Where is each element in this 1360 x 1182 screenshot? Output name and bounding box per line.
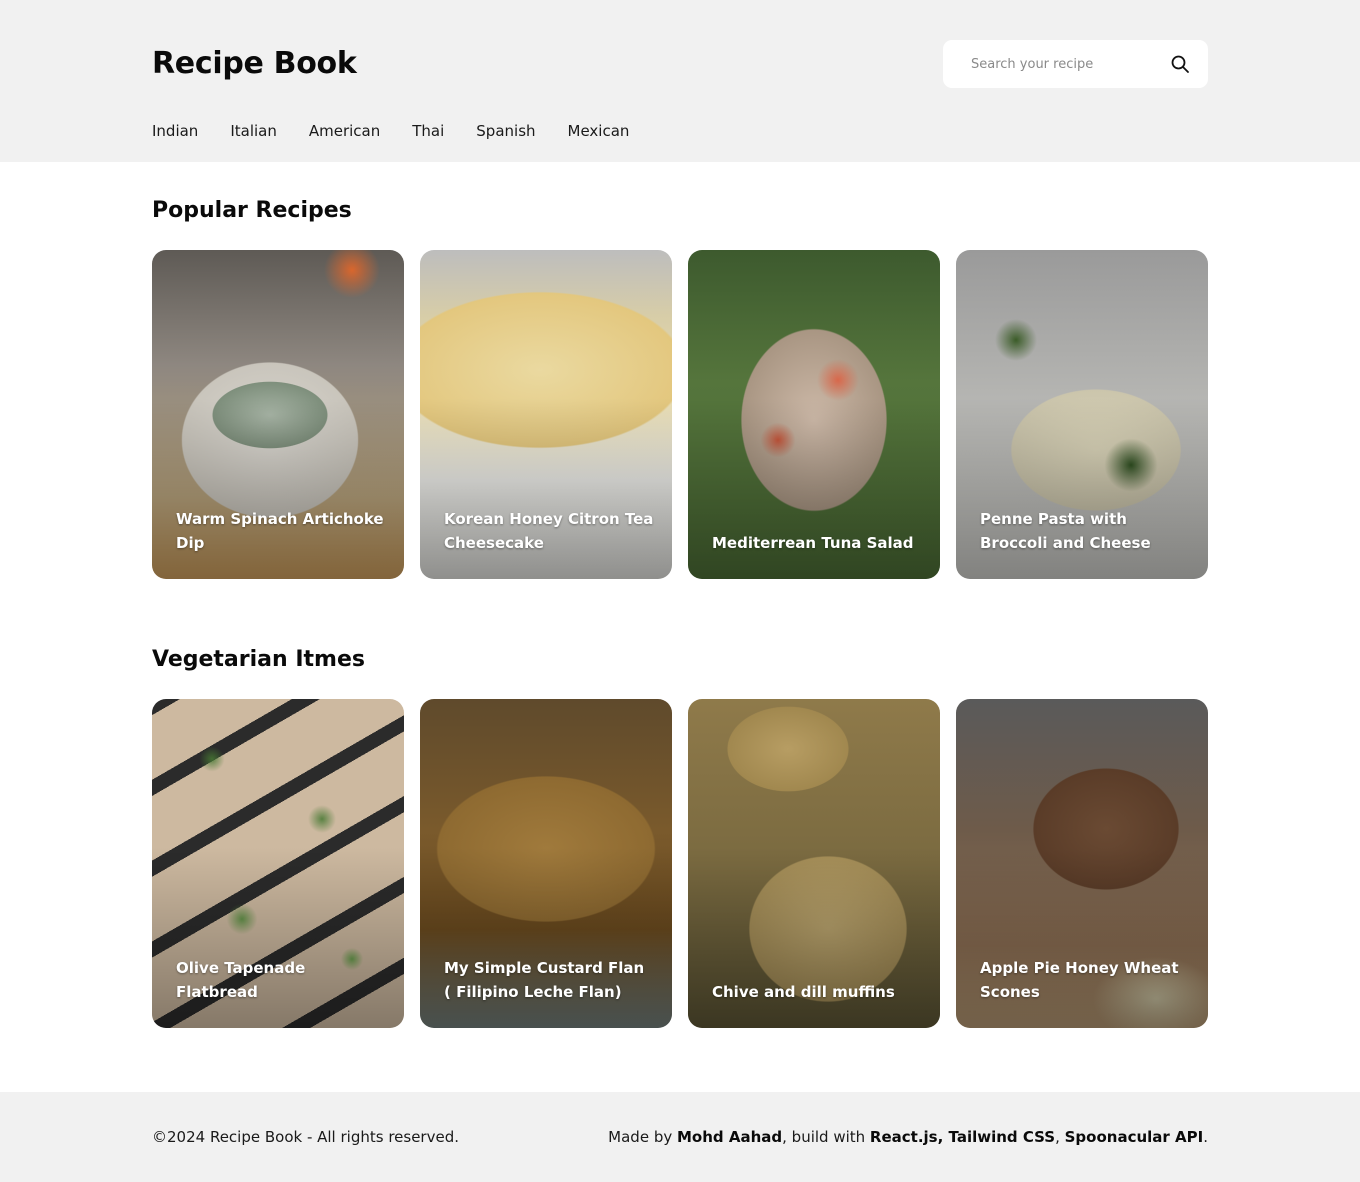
- search-bar: [943, 40, 1208, 88]
- api-name: Spoonacular API: [1064, 1128, 1204, 1146]
- popular-recipes-heading: Popular Recipes: [152, 198, 352, 223]
- search-icon[interactable]: [1170, 54, 1190, 74]
- site-logo-title[interactable]: Recipe Book: [152, 46, 357, 81]
- nav-item-thai[interactable]: Thai: [412, 122, 444, 140]
- recipe-title: Warm Spinach Artichoke Dip: [176, 510, 384, 552]
- card-overlay: [688, 250, 940, 579]
- search-input[interactable]: [943, 40, 1163, 88]
- copyright-text: ©2024 Recipe Book - All rights reserved.: [152, 1128, 459, 1146]
- vegetarian-grid: Olive Tapenade Flatbread My Simple Custa…: [152, 699, 1208, 1028]
- nav-item-indian[interactable]: Indian: [152, 122, 198, 140]
- nav-item-spanish[interactable]: Spanish: [476, 122, 535, 140]
- author-name: Mohd Aahad: [677, 1128, 783, 1146]
- recipe-title: My Simple Custard Flan ( Filipino Leche …: [444, 959, 645, 1001]
- recipe-card[interactable]: Mediterrean Tuna Salad: [688, 250, 940, 579]
- credit-build: , build with: [782, 1128, 870, 1146]
- recipe-title: Apple Pie Honey Wheat Scones: [980, 959, 1179, 1001]
- credits-text: Made by Mohd Aahad, build with React.js,…: [608, 1128, 1208, 1146]
- recipe-title: Korean Honey Citron Tea Cheesecake: [444, 510, 654, 552]
- nav-item-american[interactable]: American: [309, 122, 380, 140]
- credit-period: .: [1203, 1128, 1208, 1146]
- vegetarian-heading: Vegetarian Itmes: [152, 647, 365, 672]
- popular-recipes-grid: Warm Spinach Artichoke Dip Korean Honey …: [152, 250, 1208, 579]
- recipe-title: Mediterrean Tuna Salad: [712, 534, 914, 552]
- recipe-card[interactable]: Apple Pie Honey Wheat Scones: [956, 699, 1208, 1028]
- credit-comma: ,: [1055, 1128, 1065, 1146]
- footer: ©2024 Recipe Book - All rights reserved.…: [0, 1092, 1360, 1182]
- recipe-card[interactable]: Penne Pasta with Broccoli and Cheese: [956, 250, 1208, 579]
- credit-prefix: Made by: [608, 1128, 677, 1146]
- card-overlay: [688, 699, 940, 1028]
- recipe-card[interactable]: Korean Honey Citron Tea Cheesecake: [420, 250, 672, 579]
- recipe-card[interactable]: Chive and dill muffins: [688, 699, 940, 1028]
- tech-stack: React.js, Tailwind CSS: [869, 1128, 1056, 1146]
- header: Recipe Book Indian Italian American Thai…: [0, 0, 1360, 162]
- recipe-title: Olive Tapenade Flatbread: [176, 959, 306, 1001]
- recipe-card[interactable]: Warm Spinach Artichoke Dip: [152, 250, 404, 579]
- recipe-card[interactable]: My Simple Custard Flan ( Filipino Leche …: [420, 699, 672, 1028]
- nav-item-mexican[interactable]: Mexican: [568, 122, 630, 140]
- cuisine-nav: Indian Italian American Thai Spanish Mex…: [152, 122, 629, 140]
- recipe-title: Chive and dill muffins: [712, 983, 895, 1001]
- recipe-card[interactable]: Olive Tapenade Flatbread: [152, 699, 404, 1028]
- nav-item-italian[interactable]: Italian: [230, 122, 277, 140]
- recipe-title: Penne Pasta with Broccoli and Cheese: [980, 510, 1151, 552]
